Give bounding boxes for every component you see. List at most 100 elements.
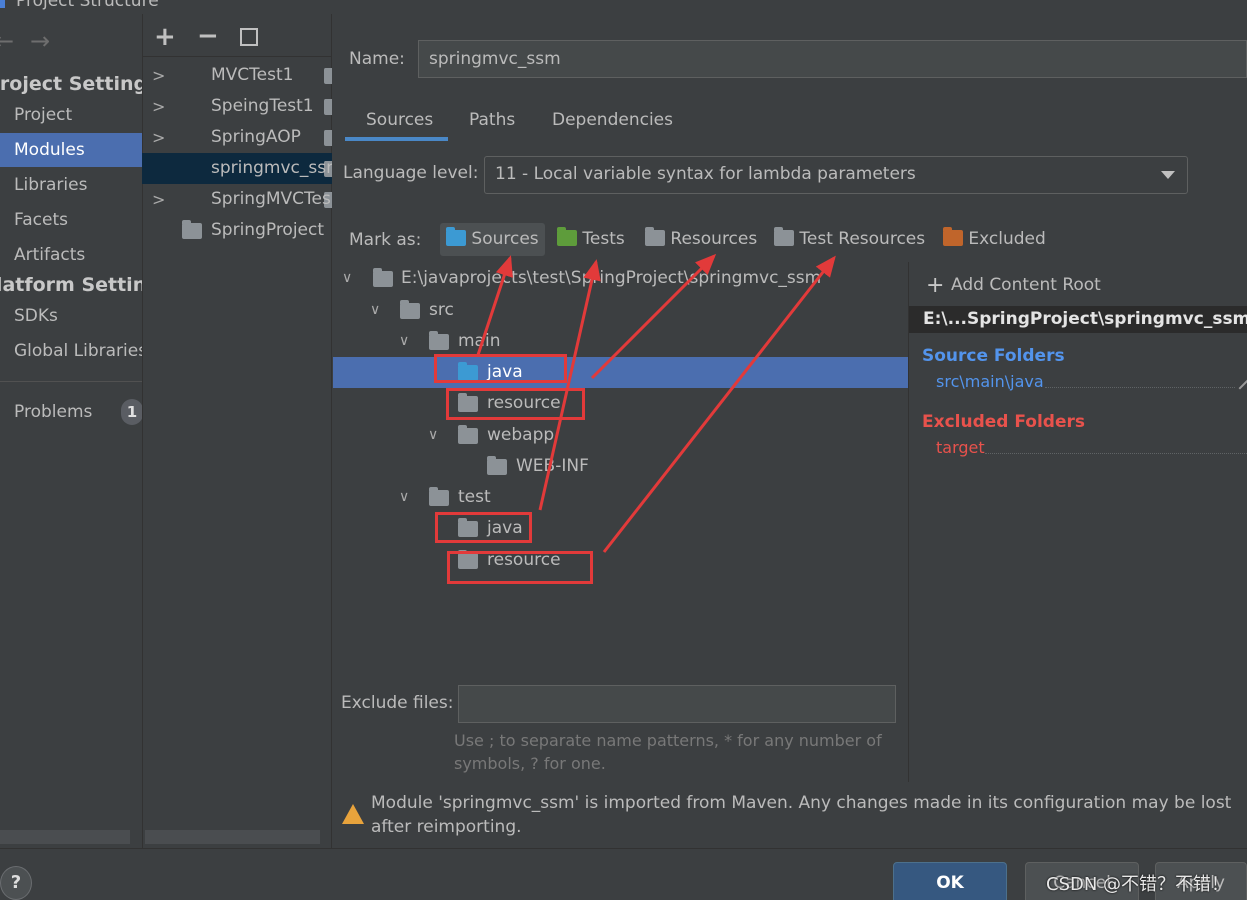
module-label: SpringProject	[211, 220, 325, 240]
module-label: SpringMVCTes	[211, 189, 331, 209]
nav-scrollbar[interactable]	[0, 830, 130, 844]
name-label: Name:	[349, 49, 405, 69]
mark-resources-label: Resources	[670, 229, 758, 249]
dotted-leader	[1045, 387, 1235, 388]
chevron-down-icon[interactable]: ∨	[399, 326, 409, 357]
window-title: Project Structure	[16, 0, 159, 11]
tree-label: src	[429, 300, 454, 320]
tree-row-test-resource[interactable]: resource	[333, 545, 908, 576]
module-label: springmvc_ssm	[211, 158, 332, 178]
chevron-right-icon[interactable]: >	[152, 91, 165, 122]
resources-folder-icon	[645, 227, 665, 246]
module-item[interactable]: > MVCTest1	[142, 60, 332, 91]
nav-item-artifacts[interactable]: Artifacts	[0, 238, 142, 272]
remove-icon[interactable]: −	[197, 21, 219, 51]
add-icon[interactable]: +	[154, 22, 176, 52]
chevron-right-icon[interactable]: >	[152, 60, 165, 91]
exclude-files-input[interactable]	[458, 685, 896, 723]
copy-icon[interactable]	[240, 28, 258, 46]
app-icon	[0, 0, 5, 8]
csdn-watermark: CSDN @不错？不错！	[1046, 874, 1230, 895]
tab-dependencies[interactable]: Dependencies	[552, 110, 673, 130]
title-bar: Project Structure	[0, 0, 1247, 14]
nav-item-project[interactable]: Project	[0, 98, 142, 132]
chevron-down-icon[interactable]: ∨	[428, 420, 438, 451]
tree-row-main-resource[interactable]: resource	[333, 388, 908, 419]
module-item-selected[interactable]: springmvc_ssm	[142, 153, 332, 184]
chevron-right-icon[interactable]: >	[152, 184, 165, 215]
nav-divider	[0, 381, 142, 382]
module-folder-icon	[324, 99, 332, 115]
annotation-box	[447, 551, 593, 584]
tree-label: test	[458, 487, 491, 507]
excluded-folders-heading: Excluded Folders	[922, 412, 1086, 432]
warning-icon	[342, 804, 364, 824]
content-root-panel	[908, 262, 1247, 782]
chevron-down-icon[interactable]: ∨	[370, 295, 380, 326]
name-field[interactable]: springmvc_ssm	[418, 40, 1247, 78]
help-button[interactable]: ?	[0, 866, 32, 900]
nav-item-modules[interactable]: Modules	[0, 133, 142, 167]
exclude-files-hint: Use ; to separate name patterns, * for a…	[454, 731, 882, 773]
test-resources-folder-icon	[774, 227, 794, 246]
language-level-select[interactable]: 11 - Local variable syntax for lambda pa…	[484, 156, 1188, 194]
chevron-down-icon[interactable]: ∨	[342, 263, 352, 294]
module-item[interactable]: > SpeingTest1	[142, 91, 332, 122]
nav-item-global-libraries[interactable]: Global Libraries	[0, 334, 147, 368]
nav-item-facets[interactable]: Facets	[0, 203, 142, 237]
tree-label: main	[458, 331, 501, 351]
module-item[interactable]: > SpringMVCTes	[142, 184, 332, 215]
tab-paths[interactable]: Paths	[469, 110, 515, 130]
dotted-leader	[985, 453, 1247, 454]
tree-label: webapp	[487, 425, 555, 445]
active-tab-indicator	[345, 137, 448, 141]
mark-sources-button[interactable]: Sources	[440, 223, 545, 256]
tree-label: WEB-INF	[516, 456, 589, 476]
maven-warning-text: Module 'springmvc_ssm' is imported from …	[371, 793, 1232, 837]
tree-row-main-java[interactable]: java	[333, 357, 908, 388]
chevron-right-icon[interactable]: >	[152, 122, 165, 153]
mark-tests-button[interactable]: Tests	[551, 223, 631, 256]
tree-row-test-java[interactable]: java	[333, 513, 908, 544]
folder-icon	[458, 425, 478, 444]
mark-test-resources-label: Test Resources	[799, 229, 926, 249]
mark-excluded-label: Excluded	[968, 229, 1046, 249]
folder-icon	[182, 220, 202, 239]
module-item[interactable]: SpringProject	[142, 215, 332, 246]
add-icon[interactable]: +	[926, 273, 944, 298]
annotation-box	[446, 388, 585, 420]
folder-icon	[429, 487, 449, 506]
forward-arrow-icon[interactable]: →	[30, 27, 50, 55]
mark-test-resources-button[interactable]: Test Resources	[768, 223, 931, 256]
excluded-folder-entry[interactable]: target	[936, 438, 985, 457]
exclude-files-label: Exclude files:	[341, 693, 454, 713]
tab-sources[interactable]: Sources	[366, 110, 433, 130]
sources-folder-icon	[446, 227, 466, 246]
folder-icon	[400, 300, 420, 319]
add-content-root-link[interactable]: Add Content Root	[951, 275, 1101, 295]
folder-icon	[429, 331, 449, 350]
tree-row-root[interactable]: ∨ E:\javaprojects\test\SpringProject\spr…	[333, 263, 908, 294]
module-item[interactable]: > SpringAOP	[142, 122, 332, 153]
tree-row-webapp[interactable]: ∨ webapp	[333, 420, 908, 451]
chevron-down-icon[interactable]: ∨	[399, 482, 409, 513]
tree-row-webinf[interactable]: WEB-INF	[333, 451, 908, 482]
tree-row-test[interactable]: ∨ test	[333, 482, 908, 513]
language-level-label: Language level:	[343, 163, 479, 183]
problems-count-badge: 1	[121, 399, 143, 425]
tests-folder-icon	[557, 227, 577, 246]
module-list-scrollbar[interactable]	[145, 830, 320, 844]
ok-button[interactable]: OK	[893, 862, 1007, 900]
mark-resources-button[interactable]: Resources	[639, 223, 763, 256]
source-folder-entry[interactable]: src\main\java	[936, 372, 1044, 391]
mark-as-label: Mark as:	[349, 230, 422, 250]
tree-row-main[interactable]: ∨ main	[333, 326, 908, 357]
tree-row-src[interactable]: ∨ src	[333, 295, 908, 326]
nav-item-sdks[interactable]: SDKs	[0, 299, 142, 333]
back-arrow-icon[interactable]: ←	[0, 27, 14, 55]
folder-icon	[487, 456, 507, 475]
mark-excluded-button[interactable]: Excluded	[937, 223, 1052, 256]
module-folder-icon	[324, 130, 332, 146]
mark-sources-label: Sources	[471, 229, 539, 249]
nav-item-libraries[interactable]: Libraries	[0, 168, 142, 202]
